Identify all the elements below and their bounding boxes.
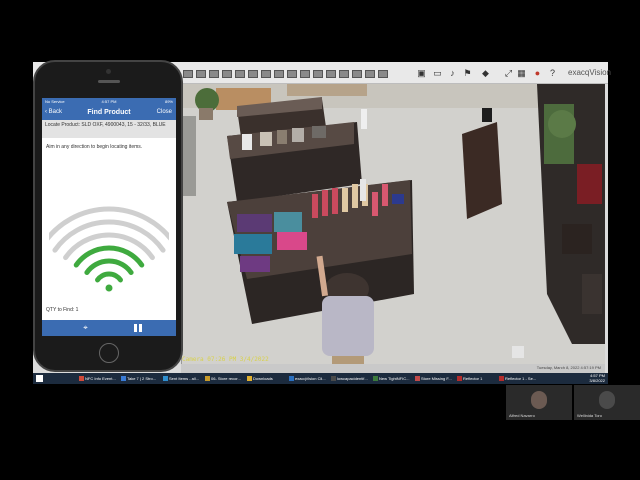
taskbar-item-label: Reflector 1 - Se... bbox=[505, 376, 537, 381]
app-icon bbox=[499, 376, 504, 381]
action-bar: ⌖ bbox=[42, 320, 176, 336]
locate-button[interactable]: ⌖ bbox=[80, 323, 91, 333]
app-icon bbox=[163, 376, 168, 381]
taskbar-item-label: NFC Info Event... bbox=[85, 376, 116, 381]
layout-button[interactable] bbox=[235, 70, 245, 78]
app-icon bbox=[331, 376, 336, 381]
taskbar-item[interactable]: Sent Items - all... bbox=[161, 374, 202, 383]
phone-screen: No Service 4:57 PM 89% ‹ Back Find Produ… bbox=[42, 98, 176, 336]
taskbar-item[interactable]: Reflector 1 bbox=[455, 374, 496, 383]
participant-tile[interactable]: Wellinida Toro bbox=[574, 385, 640, 420]
clock-date: 3/8/2022 bbox=[589, 378, 605, 383]
camera-icon[interactable]: ▣ bbox=[416, 68, 427, 79]
start-button[interactable] bbox=[36, 375, 43, 382]
taskbar-item[interactable]: Reflector 1 - Se... bbox=[497, 374, 538, 383]
layout-button[interactable] bbox=[183, 70, 193, 78]
nav-bar: ‹ Back Find Product Close bbox=[42, 106, 176, 120]
app-icon bbox=[79, 376, 84, 381]
app-icon bbox=[121, 376, 126, 381]
layout-button[interactable] bbox=[352, 70, 362, 78]
taskbar-item[interactable]: Take 7 | 2 Stro... bbox=[119, 374, 160, 383]
taskbar-item[interactable]: Downloads bbox=[245, 374, 286, 383]
pause-button[interactable] bbox=[134, 324, 142, 332]
qty-to-find: QTY to Find: 1 bbox=[46, 307, 79, 313]
camera-view[interactable]: Camera 07:26 PM 3/4/2022 bbox=[181, 84, 605, 364]
taskbar-item[interactable]: exacqVision Cli... bbox=[287, 374, 328, 383]
taskbar: NFC Info Event... Take 7 | 2 Stro... Sent … bbox=[33, 373, 608, 384]
layout-button[interactable] bbox=[209, 70, 219, 78]
app-icon bbox=[373, 376, 378, 381]
help-icon[interactable]: ? bbox=[547, 68, 558, 79]
close-button[interactable]: Close bbox=[157, 109, 172, 115]
layout-button[interactable] bbox=[313, 70, 323, 78]
taskbar-item-label: Downloads bbox=[253, 376, 273, 381]
app-icon bbox=[457, 376, 462, 381]
taskbar-item[interactable]: 06- Store recor... bbox=[203, 374, 244, 383]
signal-arc bbox=[84, 258, 134, 276]
pause-icon bbox=[134, 324, 137, 332]
signal-strength-icon bbox=[49, 206, 169, 292]
phone-mockup: No Service 4:57 PM 89% ‹ Back Find Produ… bbox=[33, 60, 183, 372]
layout-button[interactable] bbox=[339, 70, 349, 78]
phone-camera bbox=[106, 69, 111, 74]
taskbar-item-label: Reflector 1 bbox=[463, 376, 483, 381]
layout-button[interactable] bbox=[287, 70, 297, 78]
layout-button[interactable] bbox=[365, 70, 375, 78]
camera-status-text: Tuesday, March 8, 2022 4:57:19 PM bbox=[536, 365, 601, 370]
camera-status-bar: Tuesday, March 8, 2022 4:57:19 PM bbox=[181, 364, 605, 373]
avatar bbox=[531, 391, 547, 409]
participant-name: Alfred Navarro bbox=[509, 413, 535, 418]
taskbar-item-label: New TightNFIC... bbox=[379, 376, 410, 381]
avatar bbox=[599, 391, 615, 409]
home-button[interactable] bbox=[99, 343, 119, 363]
fullscreen-icon[interactable]: ⤢ bbox=[503, 68, 514, 79]
app-icon bbox=[415, 376, 420, 381]
participant-tile[interactable]: Alfred Navarro bbox=[506, 385, 572, 420]
taskbar-clock[interactable]: 4:57 PM 3/8/2022 bbox=[589, 373, 605, 383]
taskbar-item-label: lowcapacidentif... bbox=[337, 376, 368, 381]
store-scene bbox=[182, 84, 605, 364]
camera-timestamp: Camera 07:26 PM 3/4/2022 bbox=[182, 356, 269, 363]
grid-icon[interactable]: ▦ bbox=[516, 68, 527, 79]
taskbar-item-label: 06- Store recor... bbox=[211, 376, 241, 381]
aim-instruction: Aim in any direction to begin locating i… bbox=[46, 144, 143, 150]
taskbar-item-label: exacqVision Cli... bbox=[295, 376, 326, 381]
ptz-icon[interactable]: ◆ bbox=[480, 68, 491, 79]
taskbar-item-label: Take 7 | 2 Stro... bbox=[127, 376, 157, 381]
taskbar-item[interactable]: Store Missing F... bbox=[413, 374, 454, 383]
layout-button[interactable] bbox=[300, 70, 310, 78]
taskbar-item-label: Sent Items - all... bbox=[169, 376, 200, 381]
app-icon bbox=[289, 376, 294, 381]
layout-button[interactable] bbox=[222, 70, 232, 78]
microphone-icon[interactable]: ♪ bbox=[447, 68, 458, 79]
locate-product-text: Locate Product: SLD OXF, 4900043, 15 - 3… bbox=[42, 120, 176, 138]
taskbar-item[interactable]: NFC Info Event... bbox=[77, 374, 118, 383]
layout-button[interactable] bbox=[248, 70, 258, 78]
signal-dot bbox=[105, 284, 113, 292]
screen-share-stage: ▣ ▭ ♪ ⚑ ◆ ⤢ ▦ ● ? exacqVision Camera 07:… bbox=[0, 0, 640, 480]
taskbar-item[interactable]: lowcapacidentif... bbox=[329, 374, 370, 383]
participant-name: Wellinida Toro bbox=[577, 413, 602, 418]
layout-button[interactable] bbox=[196, 70, 206, 78]
layout-button[interactable] bbox=[326, 70, 336, 78]
app-icon bbox=[205, 376, 210, 381]
flag-icon[interactable]: ⚑ bbox=[462, 68, 473, 79]
phone-status-bar: No Service 4:57 PM 89% bbox=[42, 98, 176, 106]
layout-button[interactable] bbox=[378, 70, 388, 78]
battery-label: 89% bbox=[164, 99, 173, 104]
taskbar-item[interactable]: New TightNFIC... bbox=[371, 374, 412, 383]
brand-label: exacqVision bbox=[568, 68, 611, 77]
taskbar-item-label: Store Missing F... bbox=[421, 376, 452, 381]
status-time: 4:57 PM bbox=[101, 99, 117, 104]
layout-button[interactable] bbox=[261, 70, 271, 78]
signal-arc bbox=[95, 271, 123, 283]
layout-button[interactable] bbox=[274, 70, 284, 78]
phone-speaker bbox=[98, 80, 120, 83]
monitor-icon[interactable]: ▭ bbox=[432, 68, 443, 79]
app-icon bbox=[247, 376, 252, 381]
alert-icon[interactable]: ● bbox=[532, 68, 543, 79]
